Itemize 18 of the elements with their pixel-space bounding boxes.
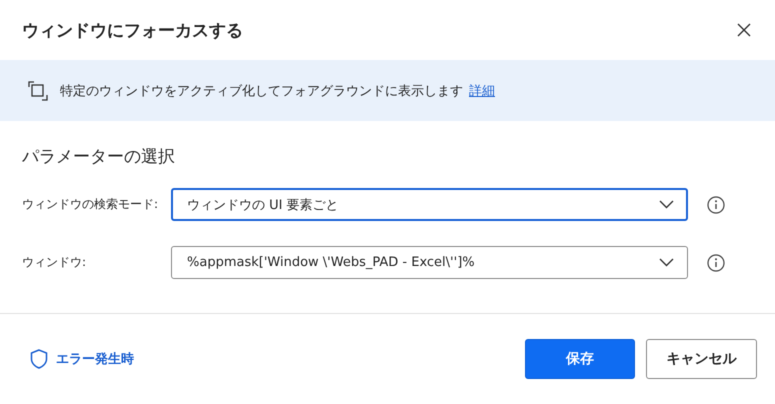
section-title: パラメーターの選択: [22, 146, 176, 168]
cancel-button[interactable]: キャンセル: [646, 339, 757, 379]
details-link[interactable]: 詳細: [469, 84, 495, 98]
dialog-title: ウィンドウにフォーカスする: [22, 20, 243, 42]
chevron-icon: [659, 200, 674, 209]
field-label: ウィンドウ:: [22, 254, 88, 271]
shield-icon: [30, 349, 48, 369]
save-button[interactable]: 保存: [525, 339, 635, 379]
dropdown-field[interactable]: ウィンドウの UI 要素ごと: [171, 188, 688, 221]
info-icon[interactable]: [707, 196, 725, 214]
on-error-link[interactable]: エラー発生時: [30, 349, 134, 369]
chevron-icon: [659, 258, 674, 267]
banner-text: 特定のウィンドウをアクティブ化してフォアグラウンドに表示します 詳細: [60, 82, 495, 100]
info-icon[interactable]: [707, 254, 725, 272]
field-label: ウィンドウの検索モード:: [22, 196, 160, 213]
windows-icon: [28, 80, 48, 100]
close-icon: [737, 23, 751, 37]
dropdown-field[interactable]: %appmask['Window \'Webs_PAD - Excel\'']%: [171, 246, 688, 279]
